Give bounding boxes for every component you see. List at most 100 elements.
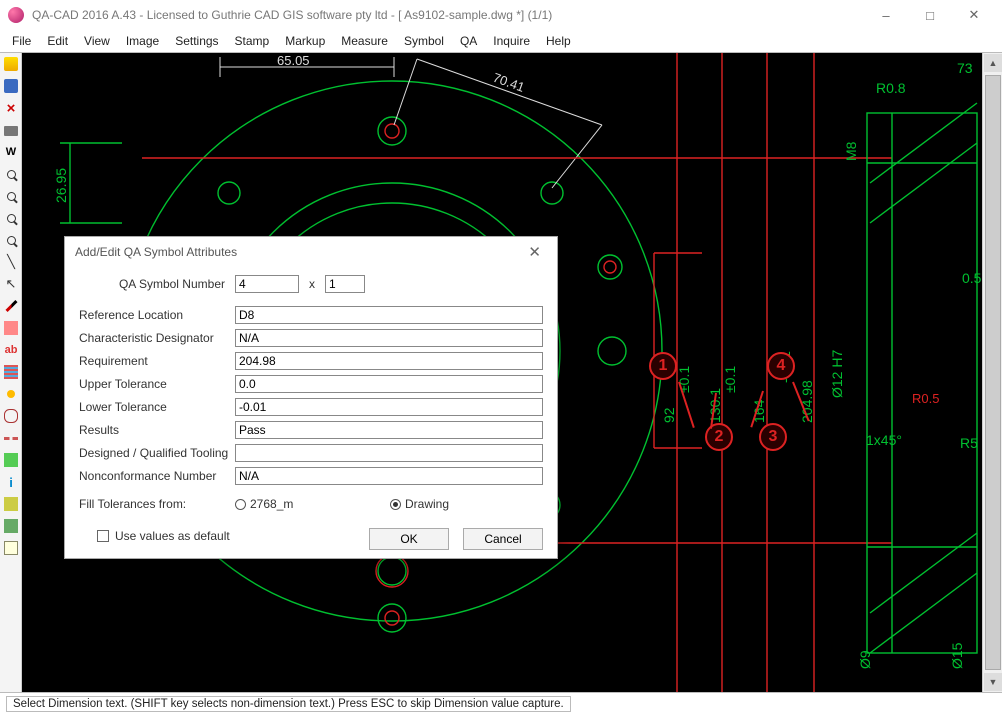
tol-p01b: ±0.1	[722, 366, 738, 393]
menu-image[interactable]: Image	[118, 32, 167, 50]
note-r05: R0.5	[912, 391, 939, 406]
label-requirement: Requirement	[79, 354, 235, 368]
info-icon[interactable]: i	[0, 471, 22, 493]
dialog-title: Add/Edit QA Symbol Attributes	[75, 245, 237, 259]
qa-number-b-input[interactable]	[325, 275, 365, 293]
dim-92: 92	[661, 407, 677, 423]
color-icon[interactable]	[0, 383, 22, 405]
minimize-button[interactable]: –	[864, 0, 908, 30]
use-default-label: Use values as default	[115, 529, 230, 543]
zoom-fit-icon[interactable]	[0, 185, 22, 207]
zoom-in-icon[interactable]	[0, 163, 22, 185]
menu-view[interactable]: View	[76, 32, 118, 50]
zoom-out-icon[interactable]	[0, 207, 22, 229]
menu-symbol[interactable]: Symbol	[396, 32, 452, 50]
note-phi9: Ø9	[857, 650, 873, 669]
qa-attributes-dialog: Add/Edit QA Symbol Attributes ✕ QA Symbo…	[64, 236, 558, 559]
label-qa-number: QA Symbol Number	[79, 277, 235, 291]
print-icon[interactable]	[0, 119, 22, 141]
tooling-input[interactable]	[235, 444, 543, 462]
balloon-4[interactable]: 4	[767, 352, 795, 380]
vertical-toolbar: × W ╲ ↖ ab i	[0, 53, 22, 692]
nonconf-input[interactable]	[235, 467, 543, 485]
radio-2768m[interactable]	[235, 499, 246, 510]
pointer-icon[interactable]: ↖	[0, 273, 22, 295]
lower-tol-input[interactable]	[235, 398, 543, 416]
close-doc-icon[interactable]: ×	[0, 97, 22, 119]
label-fill-from: Fill Tolerances from:	[79, 497, 209, 511]
dialog-titlebar[interactable]: Add/Edit QA Symbol Attributes ✕	[65, 237, 557, 267]
menu-measure[interactable]: Measure	[333, 32, 396, 50]
scroll-thumb[interactable]	[985, 75, 1001, 670]
tag-icon[interactable]	[0, 493, 22, 515]
dash-icon[interactable]	[0, 427, 22, 449]
save-icon[interactable]	[0, 75, 22, 97]
tol-p01: ±0.1	[676, 366, 692, 393]
menu-help[interactable]: Help	[538, 32, 579, 50]
menu-markup[interactable]: Markup	[277, 32, 333, 50]
statusbar-text: Select Dimension text. (SHIFT key select…	[6, 696, 571, 712]
window-controls: – □ ✕	[864, 0, 996, 30]
pin-icon[interactable]	[0, 515, 22, 537]
close-button[interactable]: ✕	[952, 0, 996, 30]
text-ab-icon[interactable]: ab	[0, 339, 22, 361]
menu-settings[interactable]: Settings	[167, 32, 226, 50]
balloon-3-label: 3	[769, 428, 778, 446]
statusbar: Select Dimension text. (SHIFT key select…	[0, 692, 1002, 714]
cloud-icon[interactable]	[0, 405, 22, 427]
wrap-icon[interactable]: W	[0, 141, 22, 163]
menu-file[interactable]: File	[4, 32, 39, 50]
vertical-scrollbar[interactable]: ▲ ▼	[982, 53, 1002, 692]
balloon-3[interactable]: 3	[759, 423, 787, 451]
ref-loc-input[interactable]	[235, 306, 543, 324]
label-results: Results	[79, 423, 235, 437]
maximize-button[interactable]: □	[908, 0, 952, 30]
use-default-checkbox[interactable]	[97, 530, 109, 542]
table-icon[interactable]	[0, 537, 22, 559]
menubar: File Edit View Image Settings Stamp Mark…	[0, 30, 1002, 52]
label-tooling: Designed / Qualified Tooling	[79, 446, 235, 460]
label-upper-tol: Upper Tolerance	[79, 377, 235, 391]
balloon-2-label: 2	[715, 428, 724, 446]
label-char-desig: Characteristic Designator	[79, 331, 235, 345]
radio-2768m-label: 2768_m	[250, 497, 390, 511]
requirement-input[interactable]	[235, 352, 543, 370]
note-phi15: Ø15	[949, 642, 965, 669]
layers-icon[interactable]	[0, 361, 22, 383]
label-lower-tol: Lower Tolerance	[79, 400, 235, 414]
radio-drawing-label: Drawing	[405, 497, 449, 511]
pencil-icon[interactable]	[0, 295, 22, 317]
menu-inquire[interactable]: Inquire	[485, 32, 538, 50]
results-input[interactable]	[235, 421, 543, 439]
zoom-window-icon[interactable]	[0, 229, 22, 251]
app-icon	[8, 7, 24, 23]
dim-73: 73	[957, 60, 973, 76]
note-05: 0.5	[962, 270, 982, 286]
balloon-1-label: 1	[659, 357, 668, 375]
note-1x45: 1x45°	[866, 432, 902, 448]
note-phi12h7: Ø12 H7	[829, 350, 845, 398]
scroll-down-arrow-icon[interactable]: ▼	[984, 673, 1002, 691]
dialog-close-icon[interactable]: ✕	[522, 241, 547, 263]
menu-edit[interactable]: Edit	[39, 32, 76, 50]
qa-number-a-input[interactable]	[235, 275, 299, 293]
dim-7041: 70.41	[491, 70, 527, 95]
label-ref-loc: Reference Location	[79, 308, 235, 322]
menu-qa[interactable]: QA	[452, 32, 485, 50]
dim-icon[interactable]	[0, 449, 22, 471]
ok-button[interactable]: OK	[369, 528, 449, 550]
cancel-button[interactable]: Cancel	[463, 528, 543, 550]
note-m8: M8	[843, 141, 859, 161]
upper-tol-input[interactable]	[235, 375, 543, 393]
erase-icon[interactable]	[0, 317, 22, 339]
scroll-up-arrow-icon[interactable]: ▲	[984, 54, 1002, 72]
window-title: QA-CAD 2016 A.43 - Licensed to Guthrie C…	[32, 8, 864, 22]
open-icon[interactable]	[0, 53, 22, 75]
label-nonconf: Nonconformance Number	[79, 469, 235, 483]
char-desig-input[interactable]	[235, 329, 543, 347]
menu-stamp[interactable]: Stamp	[227, 32, 278, 50]
qa-number-sep: x	[309, 277, 315, 291]
line-icon[interactable]: ╲	[0, 251, 22, 273]
balloon-1[interactable]: 1	[649, 352, 677, 380]
radio-drawing[interactable]	[390, 499, 401, 510]
